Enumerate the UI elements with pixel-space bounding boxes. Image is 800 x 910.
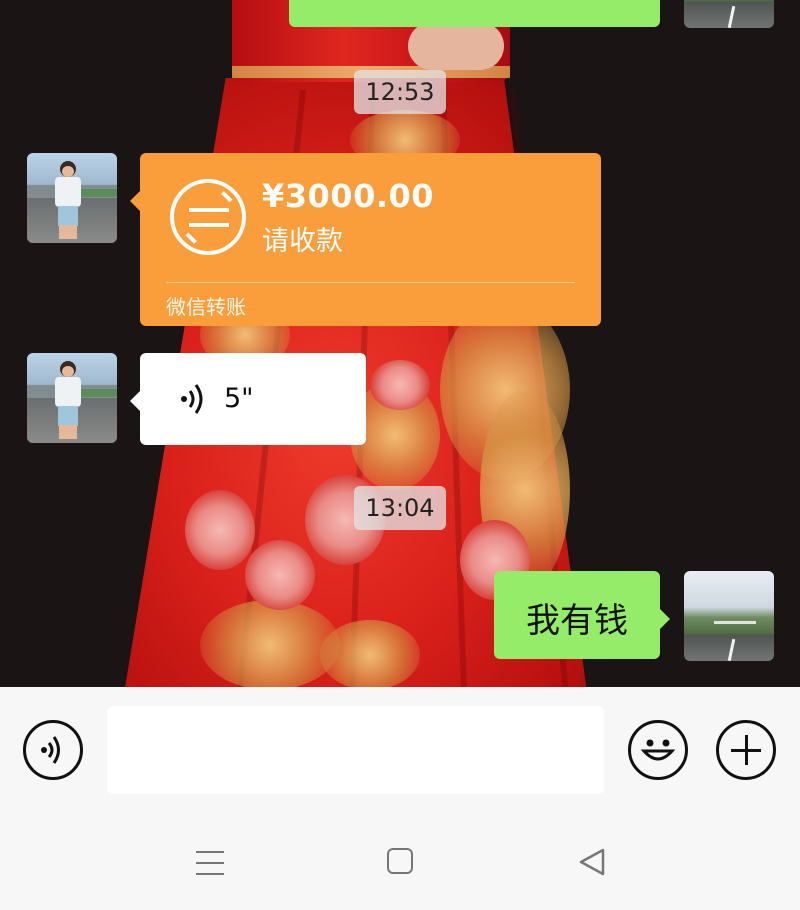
emoji-button[interactable] bbox=[628, 720, 688, 780]
transfer-amount: ¥3000.00 bbox=[262, 177, 435, 215]
transfer-divider bbox=[166, 282, 575, 283]
transfer-icon bbox=[170, 179, 246, 255]
transfer-card[interactable]: ¥3000.00 请收款 微信转账 bbox=[130, 153, 601, 326]
voice-input-button[interactable] bbox=[23, 720, 83, 780]
timestamp: 12:53 bbox=[354, 70, 446, 114]
input-bar bbox=[0, 687, 800, 813]
home-button[interactable] bbox=[380, 843, 420, 883]
emoji-icon bbox=[640, 739, 676, 761]
voice-message[interactable]: 5" bbox=[130, 353, 366, 445]
avatar-me[interactable] bbox=[684, 0, 774, 28]
transfer-note: 请收款 bbox=[262, 226, 343, 257]
menu-icon bbox=[196, 851, 224, 853]
message-bubble-outgoing[interactable]: 我有钱 bbox=[494, 571, 670, 659]
menu-button[interactable] bbox=[190, 843, 230, 883]
more-button[interactable] bbox=[716, 720, 776, 780]
message-input[interactable] bbox=[107, 706, 604, 794]
voice-wave-icon bbox=[181, 384, 203, 414]
voice-icon bbox=[41, 736, 60, 764]
system-nav-bar bbox=[0, 813, 800, 910]
home-icon bbox=[387, 848, 413, 874]
back-button[interactable] bbox=[572, 843, 612, 883]
message-bubble-previous[interactable] bbox=[289, 0, 660, 27]
timestamp: 13:04 bbox=[354, 486, 446, 530]
message-text: 我有钱 bbox=[526, 601, 628, 641]
transfer-footer: 微信转账 bbox=[166, 295, 246, 319]
avatar-contact[interactable] bbox=[27, 153, 117, 243]
back-icon bbox=[579, 848, 605, 876]
voice-duration: 5" bbox=[224, 383, 254, 414]
chat-area[interactable]: 12:53 ¥3000.00 请收款 微信转账 5" 13:04 我有钱 bbox=[0, 0, 800, 687]
avatar-contact[interactable] bbox=[27, 353, 117, 443]
avatar-me[interactable] bbox=[684, 571, 774, 661]
